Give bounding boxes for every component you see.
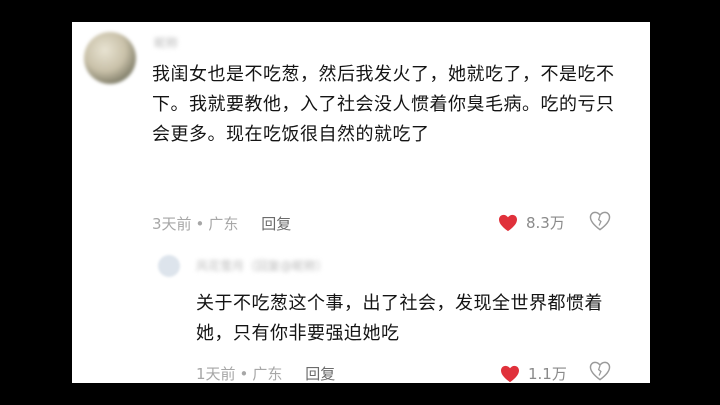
- reply-reply-button[interactable]: 回复: [305, 365, 335, 383]
- heart-filled-icon: [501, 365, 519, 382]
- comment-author-name[interactable]: 昵称: [154, 34, 178, 51]
- comment-time: 3天前: [152, 215, 192, 233]
- comment-panel: 昵称 我闺女也是不吃葱，然后我发火了，她就吃了，不是吃不下。我就要教他，入了社会…: [72, 22, 650, 383]
- reply-author-name[interactable]: 风花雪月（回复@昵称）: [196, 257, 328, 274]
- comment-like-button[interactable]: 8.3万: [498, 212, 565, 233]
- comment-reply-button[interactable]: 回复: [261, 215, 291, 233]
- reply-location: 广东: [252, 365, 283, 383]
- reply-like-count: 1.1万: [528, 365, 567, 383]
- comment-text: 我闺女也是不吃葱，然后我发火了，她就吃了，不是吃不下。我就要教他，入了社会没人惯…: [152, 64, 615, 145]
- comment-meta: 3天前 • 广东 回复: [152, 215, 292, 233]
- comment-location: 广东: [208, 215, 239, 233]
- heart-outline-icon: [589, 211, 611, 231]
- reply-meta: 1天前 • 广东 回复: [196, 365, 336, 383]
- reply-dislike-button[interactable]: [589, 361, 611, 383]
- heart-outline-icon: [589, 361, 611, 381]
- reply-text: 关于不吃葱这个事，出了社会，发现全世界都惯着她，只有你非要强迫她吃: [196, 293, 603, 344]
- user-avatar[interactable]: [84, 32, 136, 84]
- reply-time: 1天前: [196, 365, 236, 383]
- comment-dislike-button[interactable]: [589, 211, 611, 235]
- comment-like-count: 8.3万: [526, 214, 565, 232]
- reply-like-button[interactable]: 1.1万: [500, 363, 567, 383]
- heart-filled-icon: [499, 214, 517, 231]
- reply-avatar[interactable]: [158, 255, 180, 277]
